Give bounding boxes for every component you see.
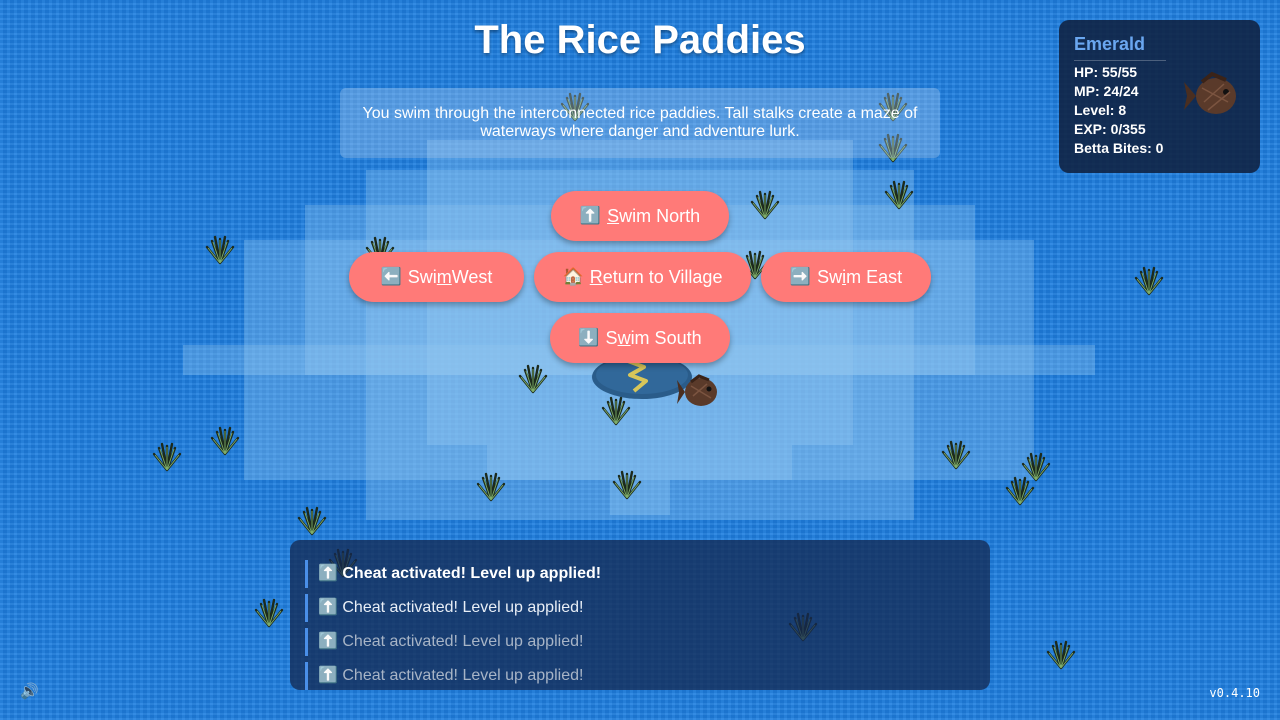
arrow-down-icon: ⬇️ [578,328,600,347]
location-description: You swim through the interconnected rice… [340,88,940,158]
reed-icon [601,396,631,426]
reed-icon [297,506,327,536]
swim-west-button[interactable]: ⬅️ Swi m West [349,252,524,302]
reed-icon [1005,476,1035,506]
reed-icon [210,426,240,456]
button-label-post: wim North [619,205,701,226]
arrow-right-icon: ➡️ [789,267,812,286]
button-label-pre: Swi [407,266,437,287]
hotkey-letter: R [589,266,603,287]
hotkey-letter: S [607,205,620,226]
level-up-icon: ⬆️ [318,599,338,616]
reed-icon [518,364,548,394]
reed-icon [476,472,506,502]
swim-north-button[interactable]: ⬆️ Swim North [551,191,729,241]
player-stats-panel: Emerald HP: 55/55 MP: 24/24 Level: 8 EXP… [1059,20,1260,173]
betta-bites-stat: Betta Bites: 0 [1074,140,1164,156]
log-text: Cheat activated! Level up applied! [342,599,584,616]
message-log: ⬆️ Cheat activated! Level up applied! ⬆️… [290,540,990,690]
hotkey-letter: w [617,327,631,348]
button-label-post: West [451,266,493,287]
log-entry: ⬆️ Cheat activated! Level up applied! [305,662,975,690]
reed-icon [941,440,971,470]
exp-stat: EXP: 0/355 [1074,121,1146,137]
hotkey-letter: m [436,266,452,287]
log-entry: ⬆️ Cheat activated! Level up applied! [305,628,975,656]
house-icon: 🏠 [562,267,584,286]
log-entry: ⬆️ Cheat activated! Level up applied! [305,560,975,588]
button-label-post: eturn to Village [602,266,723,287]
fish-icon[interactable] [677,372,723,412]
reed-icon [884,180,914,210]
reed-icon [254,598,284,628]
sound-icon[interactable]: 🔊 [20,682,39,700]
arrow-left-icon: ⬅️ [380,267,402,286]
player-name: Emerald [1074,34,1166,61]
reed-icon [1046,640,1076,670]
swim-east-button[interactable]: ➡️ Sw i m East [761,252,931,302]
level-up-icon: ⬆️ [318,565,338,582]
reed-icon [750,190,780,220]
reed-icon [152,442,182,472]
reed-icon [205,235,235,265]
return-to-village-button[interactable]: 🏠 Return to Village [534,252,751,302]
log-text: Cheat activated! Level up applied! [342,667,584,684]
reed-icon [612,470,642,500]
arrow-up-icon: ⬆️ [579,206,602,225]
button-label-pre: Sw [817,266,843,287]
swim-south-button[interactable]: ⬇️ Sw im South [550,313,730,363]
level-up-icon: ⬆️ [318,633,338,650]
reed-icon [1134,266,1164,296]
log-entry: ⬆️ Cheat activated! Level up applied! [305,594,975,622]
button-label-post: im South [630,327,702,348]
log-text: Cheat activated! Level up applied! [342,565,602,582]
button-label-pre: S [605,327,618,348]
version-label: v0.4.10 [1209,686,1260,700]
level-up-icon: ⬆️ [318,667,338,684]
button-label-post: m East [846,266,903,287]
description-text: You swim through the interconnected rice… [362,105,918,140]
log-text: Cheat activated! Level up applied! [342,633,584,650]
fish-avatar-icon [1184,71,1236,114]
